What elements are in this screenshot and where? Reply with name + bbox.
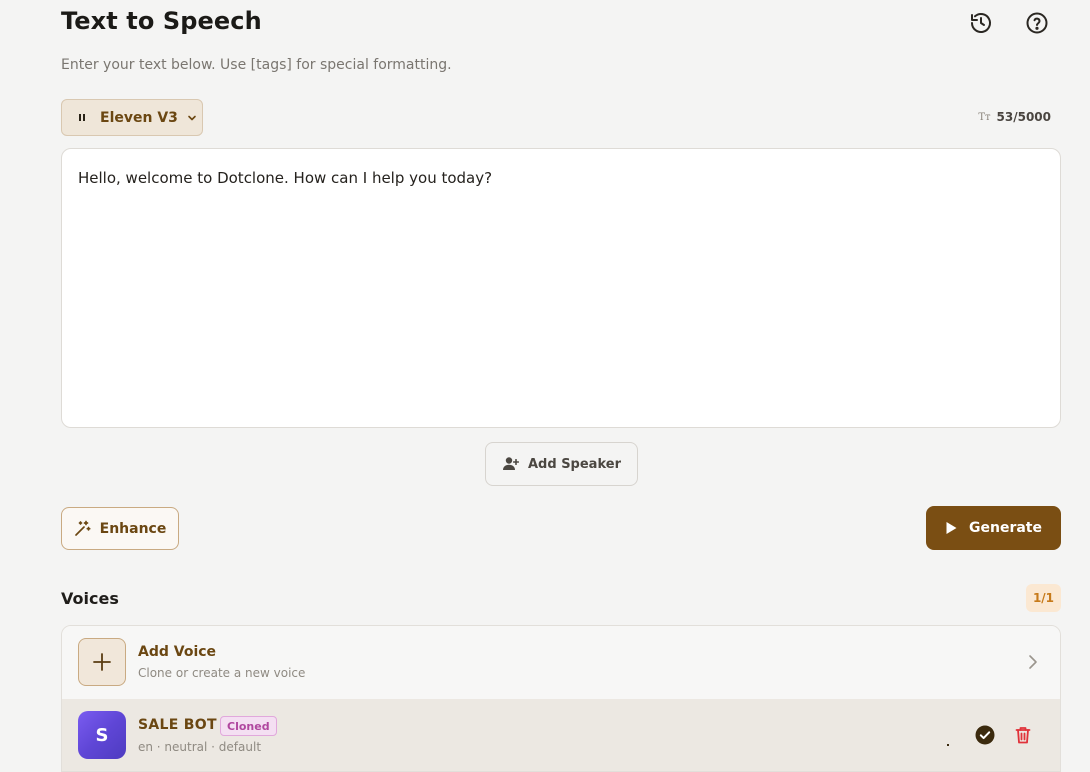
text-size-icon: Tт: [978, 111, 991, 123]
add-voice-subtitle: Clone or create a new voice: [138, 666, 306, 680]
pause-icon: [79, 113, 87, 122]
model-select[interactable]: Eleven V3: [61, 99, 203, 136]
page-subtitle: Enter your text below. Use [tags] for sp…: [61, 57, 452, 73]
tts-page: Text to Speech Enter your text below. Us…: [61, 0, 1061, 772]
magic-wand-icon: [74, 520, 91, 536]
enhance-button[interactable]: Enhance: [61, 507, 179, 550]
generate-button[interactable]: Generate: [926, 506, 1061, 550]
cloned-badge: Cloned: [220, 716, 277, 736]
model-label: Eleven V3: [100, 109, 178, 126]
add-voice-title: Add Voice: [138, 644, 217, 660]
generate-label: Generate: [969, 520, 1042, 536]
chevron-right-icon: [1029, 655, 1037, 669]
avatar: S: [78, 711, 126, 759]
voice-meta: en · neutral · default: [138, 740, 262, 754]
chevron-down-icon: [186, 112, 198, 124]
add-speaker-button[interactable]: Add Speaker: [485, 442, 638, 486]
add-voice-item[interactable]: Add Voice Clone or create a new voice: [62, 626, 1060, 699]
enhance-label: Enhance: [99, 520, 167, 537]
add-user-icon: [503, 457, 519, 470]
char-counter: Tт 53/5000: [978, 110, 1051, 124]
plus-icon: [78, 638, 126, 686]
play-icon: [946, 522, 957, 534]
help-icon: [1026, 12, 1048, 34]
voice-name: SALE BOT: [138, 717, 217, 733]
help-button[interactable]: [1023, 9, 1051, 37]
char-count-value: 53/5000: [996, 110, 1051, 124]
speech-text-input[interactable]: Hello, welcome to Dotclone. How can I he…: [61, 148, 1061, 428]
page-title: Text to Speech: [61, 7, 262, 35]
history-icon: [971, 13, 991, 33]
voice-item[interactable]: S SALE BOT Cloned en · neutral · default: [62, 699, 1060, 771]
dot-mark: [947, 744, 949, 746]
history-button[interactable]: [967, 9, 995, 37]
selected-check-icon[interactable]: [975, 725, 995, 745]
voices-count-badge: 1/1: [1026, 584, 1061, 612]
add-speaker-label: Add Speaker: [528, 456, 621, 472]
trash-icon[interactable]: [1013, 725, 1033, 745]
voices-heading: Voices: [61, 589, 119, 608]
voices-list: Add Voice Clone or create a new voice S …: [61, 625, 1061, 772]
